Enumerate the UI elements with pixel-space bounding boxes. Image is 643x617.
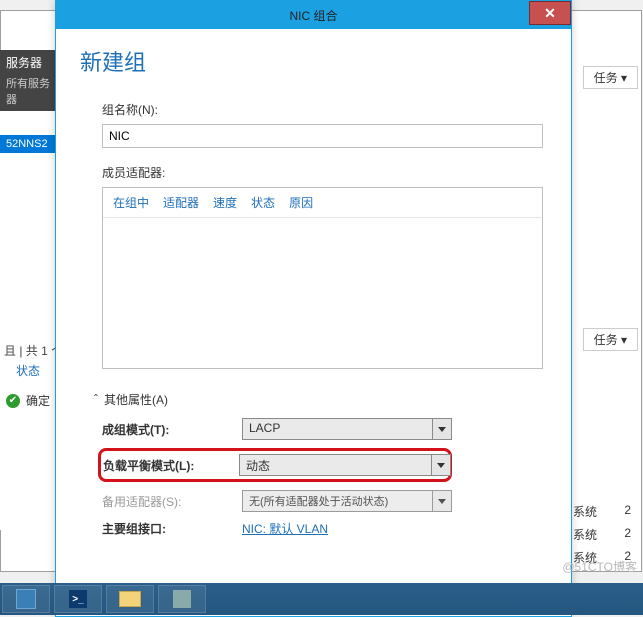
server-manager-icon [16,589,36,609]
teaming-mode-combo[interactable]: LACP [242,418,452,440]
teaming-mode-value: LACP [243,419,432,439]
col-adapter[interactable]: 适配器 [163,194,199,211]
titlebar[interactable]: NIC 组合 ✕ [56,1,571,29]
app-icon [173,590,191,608]
standby-label: 备用适配器(S): [102,493,242,510]
dropdown-icon [432,491,451,511]
status-col: 状态 [16,362,40,379]
task-item[interactable] [158,585,206,613]
highlight-box: 负载平衡模式(L): 动态 [98,448,452,482]
dropdown-icon [431,455,450,475]
col-state[interactable]: 状态 [251,194,275,211]
group-name-input[interactable] [102,124,543,148]
other-props-toggle[interactable]: ˆ 其他属性(A) [94,391,547,408]
lb-mode-combo[interactable]: 动态 [239,454,451,476]
dropdown-icon [432,419,451,439]
other-props-label: 其他属性(A) [104,391,168,408]
taskbar[interactable]: >_ [0,583,643,615]
powershell-icon: >_ [69,590,87,608]
teaming-mode-label: 成组模式(T): [102,421,242,438]
col-speed[interactable]: 速度 [213,194,237,211]
lb-mode-value: 动态 [240,455,431,475]
close-icon: ✕ [544,5,556,22]
task-item[interactable]: >_ [54,585,102,613]
ok-icon: ✔ [6,394,20,408]
server-panel: 服务器 所有服务器 52NNS2 [0,50,60,530]
primary-if-label: 主要组接口: [102,520,242,537]
standby-value: 无(所有适配器处于活动状态) [243,491,432,511]
chevron-up-icon: ˆ [94,392,98,406]
col-in-team[interactable]: 在组中 [113,194,149,211]
tasks-button-1[interactable]: 任务 ▾ [583,66,638,89]
explorer-icon [119,591,141,607]
nic-team-dialog: NIC 组合 ✕ 新建组 组名称(N): 成员适配器: 在组中 适配器 速度 状… [55,0,572,617]
server-panel-subtitle: 所有服务器 [0,75,60,111]
primary-if-link[interactable]: NIC: 默认 VLAN [242,522,328,536]
col-reason[interactable]: 原因 [289,194,313,211]
server-selected[interactable]: 52NNS2 [0,135,60,153]
task-item[interactable] [2,585,50,613]
tasks-button-2[interactable]: 任务 ▾ [583,328,638,351]
members-header: 在组中 适配器 速度 状态 原因 [103,188,542,218]
server-panel-title: 服务器 [0,50,60,75]
task-item[interactable] [106,585,154,613]
group-name-label: 组名称(N): [102,101,543,118]
standby-combo[interactable]: 无(所有适配器处于活动状态) [242,490,452,512]
close-button[interactable]: ✕ [529,1,571,25]
dialog-title: NIC 组合 [289,7,337,24]
members-label: 成员适配器: [102,164,543,181]
dialog-heading: 新建组 [80,45,547,77]
ok-status: ✔ 确定 [6,392,50,409]
members-listbox[interactable]: 在组中 适配器 速度 状态 原因 [102,187,543,369]
watermark: @51CTO博客 [562,558,637,575]
lb-mode-label: 负载平衡模式(L): [103,457,239,474]
